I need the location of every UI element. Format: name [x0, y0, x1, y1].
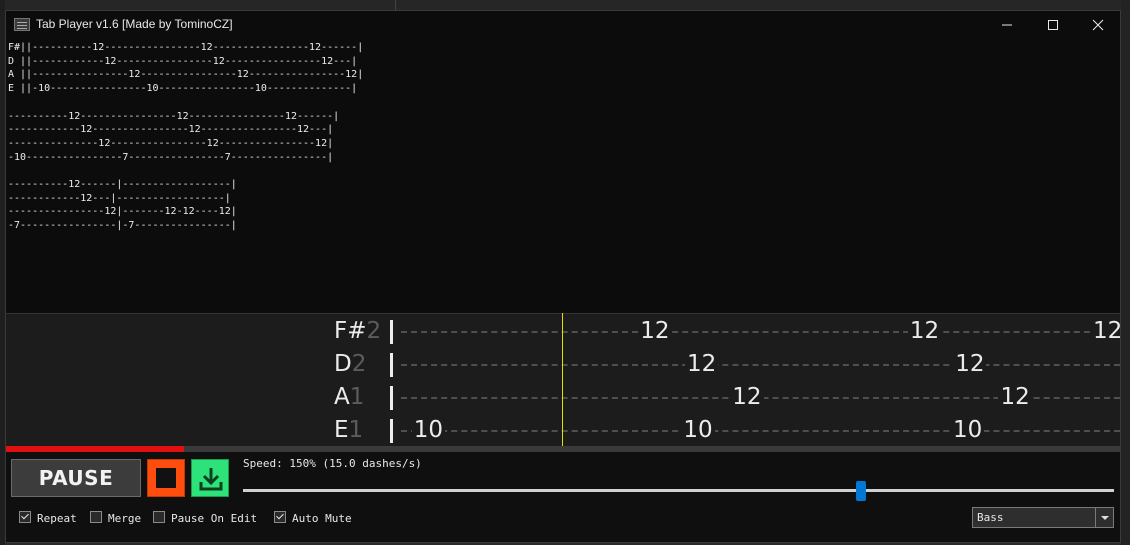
desktop-edge-right: [1121, 0, 1130, 545]
close-button[interactable]: [1075, 11, 1120, 40]
auto-mute-checkbox[interactable]: Auto Mute: [274, 511, 352, 525]
fret-note: 12: [953, 348, 987, 381]
string-lane: F#2 12 12 12: [6, 315, 1120, 348]
fret-note: 10: [411, 414, 446, 447]
checkbox-icon: [19, 511, 31, 523]
checkbox-label: Pause On Edit: [171, 512, 258, 525]
close-icon: [1092, 19, 1104, 31]
pause-button[interactable]: PAUSE: [11, 459, 141, 497]
maximize-icon: [1048, 20, 1058, 30]
checkbox-icon: [90, 511, 102, 523]
speed-slider[interactable]: [243, 489, 1114, 492]
string-octave: 1: [349, 384, 365, 410]
controls-panel: PAUSE Speed: 150% (15.0 dashes/s) Repeat…: [6, 452, 1120, 542]
bar-separator: [390, 320, 393, 344]
string-name: D2: [334, 348, 366, 381]
string-letter: F#: [334, 318, 367, 344]
string-line: [401, 364, 1120, 366]
minimize-icon: [1002, 24, 1012, 26]
fret-note: 10: [681, 414, 715, 447]
speed-slider-thumb[interactable]: [856, 481, 867, 501]
fret-note: 12: [1091, 315, 1120, 348]
fret-note: 12: [998, 381, 1032, 414]
repeat-checkbox[interactable]: Repeat: [19, 511, 77, 525]
string-letter: D: [334, 351, 352, 377]
string-lane: A1 12 12: [6, 381, 1120, 414]
speed-label: Speed: 150% (15.0 dashes/s): [243, 457, 422, 470]
fret-note: 12: [685, 348, 719, 381]
tab-text-editor[interactable]: F#||----------12----------------12------…: [8, 41, 1108, 311]
merge-checkbox[interactable]: Merge: [90, 511, 141, 525]
checkbox-icon: [153, 511, 165, 523]
bar-separator: [390, 419, 393, 443]
playback-cursor: [562, 313, 563, 446]
chevron-down-icon: [1095, 508, 1113, 527]
pause-on-edit-checkbox[interactable]: Pause On Edit: [153, 511, 257, 525]
string-octave: 2: [351, 351, 367, 377]
checkbox-label: Merge: [108, 512, 142, 525]
string-letter: A: [334, 384, 350, 410]
string-lane: D2 12 12: [6, 348, 1120, 381]
tab-playback-viewer: F#2 12 12 12 D2 12 12 A1 12 12 E1 10 10 10: [6, 313, 1120, 447]
desktop-divider: [395, 0, 396, 10]
checkbox-icon: [274, 511, 286, 523]
bar-separator: [390, 386, 393, 410]
stop-button[interactable]: [147, 459, 185, 497]
app-icon: [14, 18, 30, 31]
string-letter: E: [334, 417, 349, 443]
instrument-select[interactable]: Bass: [972, 507, 1114, 528]
download-button[interactable]: [191, 459, 229, 497]
string-octave: 2: [366, 318, 382, 344]
minimize-button[interactable]: [984, 11, 1030, 40]
bar-separator: [390, 353, 393, 377]
string-name: E1: [334, 414, 363, 447]
string-octave: 1: [348, 417, 364, 443]
download-icon: [199, 468, 223, 491]
string-line: [401, 430, 1120, 432]
fret-note: 12: [907, 315, 942, 348]
string-name: A1: [334, 381, 364, 414]
tab-player-window: Tab Player v1.6 [Made by TominoCZ] F#||-…: [5, 10, 1121, 543]
checkbox-label: Auto Mute: [292, 512, 352, 525]
checkbox-label: Repeat: [37, 512, 77, 525]
title-bar[interactable]: Tab Player v1.6 [Made by TominoCZ]: [6, 11, 1120, 40]
fret-note: 12: [638, 315, 672, 348]
fret-note: 12: [730, 381, 764, 414]
instrument-value: Bass: [977, 511, 1004, 524]
string-line: [401, 331, 1120, 333]
fret-note: 10: [951, 414, 985, 447]
string-lane: E1 10 10 10: [6, 414, 1120, 447]
stop-icon: [156, 468, 176, 488]
desktop-background: [0, 0, 1130, 10]
maximize-button[interactable]: [1030, 11, 1076, 40]
window-title: Tab Player v1.6 [Made by TominoCZ]: [36, 17, 233, 31]
string-name: F#2: [334, 315, 381, 348]
